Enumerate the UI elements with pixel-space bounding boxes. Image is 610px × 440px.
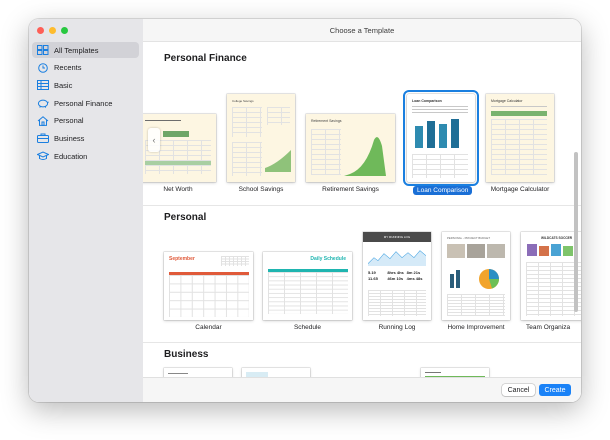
template-label: Team Organiza: [526, 324, 571, 331]
table-icon: [37, 80, 49, 91]
sidebar-item-business[interactable]: Business: [32, 130, 139, 146]
sidebar-item-personal-finance[interactable]: Personal Finance: [32, 95, 139, 111]
template-label: Running Log: [378, 324, 416, 331]
template-label: Retirement Savings: [322, 186, 379, 193]
scroll-left-button[interactable]: ‹: [148, 128, 160, 152]
create-button[interactable]: Create: [539, 384, 571, 396]
section-title-business: Business: [164, 349, 209, 360]
clock-icon: [38, 62, 48, 73]
window-controls: [37, 27, 68, 34]
category-list: All Templates Recents Basic Personal Fin…: [32, 42, 139, 166]
sidebar-item-label: Personal Finance: [54, 98, 113, 108]
graduation-cap-icon: [37, 151, 49, 161]
house-icon: [37, 115, 49, 126]
sidebar-item-education[interactable]: Education: [32, 148, 139, 164]
section-title-personal-finance: Personal Finance: [164, 53, 247, 64]
stat-value: 11.65: [368, 276, 378, 281]
sidebar-item-label: Education: [54, 151, 88, 161]
sidebar-item-label: All Templates: [54, 45, 99, 55]
thumb-title: Daily Schedule: [310, 256, 346, 262]
template-schedule[interactable]: Daily Schedule: [263, 252, 352, 320]
window-title: Choose a Template: [143, 19, 581, 42]
dialog-footer: Cancel Create: [143, 377, 581, 402]
gallery-scroll-area[interactable]: Personal Finance ‹ Net Worth College Sav…: [143, 42, 581, 380]
vertical-scrollbar[interactable]: [574, 152, 578, 312]
retirement-chart: [344, 137, 386, 176]
sidebar-item-label: Basic: [54, 80, 73, 90]
sidebar-item-basic[interactable]: Basic: [32, 77, 139, 93]
piggy-bank-icon: [37, 99, 49, 108]
stat-value: 8hrs 4hs: [387, 270, 404, 275]
sidebar-item-personal[interactable]: Personal: [32, 113, 139, 129]
template-gallery: Choose a Template Personal Finance ‹ Net…: [143, 19, 581, 402]
template-label-selected: Loan Comparison: [413, 186, 473, 195]
template-retirement-savings[interactable]: Retirement Savings: [306, 114, 395, 182]
running-chart: [368, 250, 426, 266]
thumb-title: WILDCATS SOCCER: [541, 236, 573, 240]
thumb-title: Retirement Savings: [311, 119, 342, 123]
minimize-button[interactable]: [49, 27, 56, 34]
sidebar: All Templates Recents Basic Personal Fin…: [29, 19, 144, 402]
template-calendar[interactable]: September: [164, 252, 253, 320]
template-chooser-window: All Templates Recents Basic Personal Fin…: [29, 19, 581, 402]
growth-chart: [265, 150, 291, 172]
thumb-title: Loan Comparison: [412, 99, 442, 103]
thumb-title: PERSONAL - PROJECT BUDGET: [447, 236, 491, 240]
thumb-title: College Savings: [232, 99, 254, 103]
zoom-button[interactable]: [61, 27, 68, 34]
template-mortgage-calculator[interactable]: Mortgage Calculator: [486, 94, 554, 182]
template-label: Mortgage Calculator: [490, 186, 550, 193]
close-button[interactable]: [37, 27, 44, 34]
template-label: Calendar: [195, 324, 222, 331]
grid-icon: [37, 45, 49, 55]
sidebar-item-label: Personal: [54, 116, 84, 126]
sidebar-item-recents[interactable]: Recents: [32, 60, 139, 76]
section-title-personal: Personal: [164, 212, 207, 223]
sidebar-item-all-templates[interactable]: All Templates: [32, 42, 139, 58]
thumb-title: Mortgage Calculator: [491, 99, 523, 103]
cancel-button[interactable]: Cancel: [502, 384, 535, 396]
stat-value: 5.19: [368, 270, 376, 275]
sidebar-item-label: Recents: [54, 63, 82, 73]
stat-value: 4ms 48s: [406, 276, 423, 281]
template-label: Home Improvement: [447, 324, 505, 331]
chevron-left-icon: ‹: [152, 135, 156, 145]
template-loan-comparison[interactable]: Loan Comparison: [403, 90, 479, 186]
template-team-organization[interactable]: WILDCATS SOCCER: [521, 232, 581, 320]
stat-value: 8m 21s: [406, 270, 421, 275]
template-label: Schedule: [293, 324, 322, 331]
thumb-title: MY RUNNING LOG: [383, 235, 411, 239]
thumb-title: September: [169, 256, 195, 262]
briefcase-icon: [37, 133, 49, 144]
stat-value: 46m 10s: [387, 276, 404, 281]
template-home-improvement[interactable]: PERSONAL - PROJECT BUDGET: [442, 232, 510, 320]
template-label: Net Worth: [163, 186, 193, 193]
sidebar-item-label: Business: [54, 133, 85, 143]
pie-chart: [479, 269, 499, 289]
running-stats: 5.19 8hrs 4hs 8m 21s 11.65 46m 10s 4ms 4…: [368, 270, 426, 281]
template-running-log[interactable]: MY RUNNING LOG 5.19 8hrs 4hs 8m 21s 11.6…: [363, 232, 431, 320]
template-label: School Savings: [238, 186, 284, 193]
template-school-savings[interactable]: College Savings: [227, 94, 295, 182]
